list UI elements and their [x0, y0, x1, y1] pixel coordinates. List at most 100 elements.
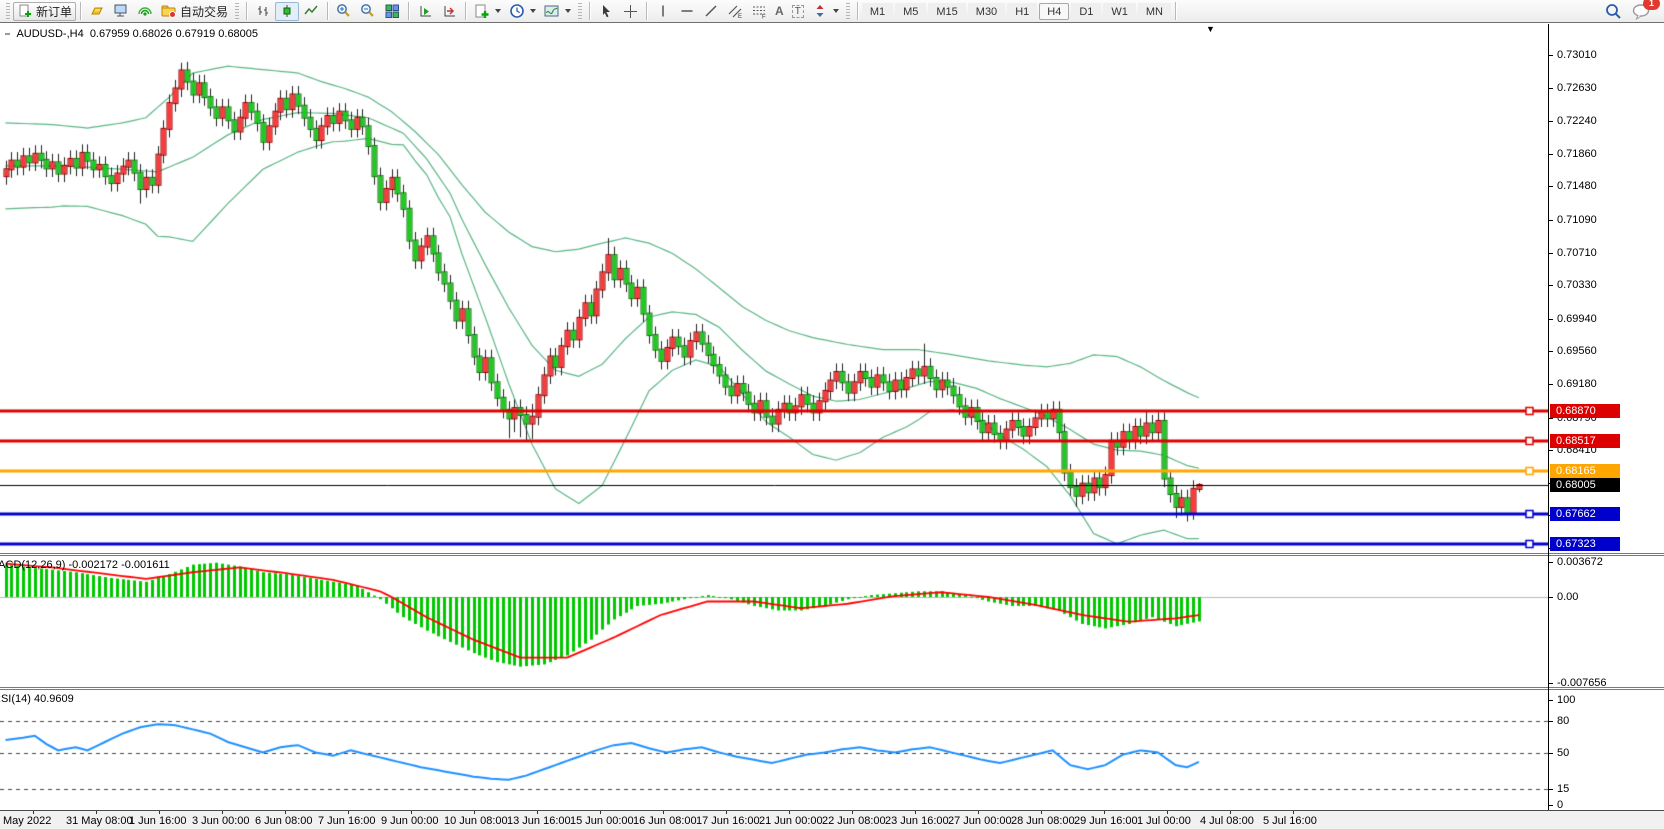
bar-chart-icon [255, 3, 271, 19]
rsi-label: RSI(14) 40.9609 [0, 693, 74, 705]
level-price-badge[interactable]: 0.68165 [1550, 464, 1620, 478]
timeframe-m5[interactable]: M5 [895, 3, 926, 20]
trendline-button[interactable] [699, 2, 723, 21]
main-chart-canvas[interactable] [0, 24, 1549, 553]
time-axis-label: 1 Jun 16:00 [129, 815, 187, 827]
time-axis-label: 13 Jun 16:00 [507, 815, 571, 827]
level-price-badge[interactable]: 0.68870 [1550, 404, 1620, 418]
new-order-label: 新订单 [36, 3, 72, 20]
search-icon[interactable] [1605, 3, 1621, 19]
time-axis-label: May 2022 [3, 815, 51, 827]
separator [327, 2, 328, 20]
timeframe-h1[interactable]: H1 [1007, 3, 1037, 20]
auto-trading-button[interactable]: 自动交易 [157, 2, 232, 21]
time-axis-tick [1041, 811, 1042, 814]
separator [857, 2, 858, 20]
cursor-button[interactable] [594, 2, 618, 21]
horizontal-line-button[interactable] [675, 2, 699, 21]
signal-icon [137, 3, 153, 19]
timeframe-w1[interactable]: W1 [1103, 3, 1136, 20]
time-axis-tick [789, 811, 790, 814]
fibonacci-button[interactable]: F [747, 2, 771, 21]
new-order-button[interactable]: 新订单 [13, 2, 76, 21]
macd-scale-label: -0.007656 [1557, 677, 1607, 689]
time-axis-tick [663, 811, 664, 814]
time-axis-label: 29 Jun 16:00 [1074, 815, 1138, 827]
toolbar-grip[interactable] [578, 3, 582, 19]
timeframe-d1[interactable]: D1 [1071, 3, 1101, 20]
text-label-icon: T [792, 5, 804, 18]
crosshair-button[interactable] [618, 2, 642, 21]
time-axis-label: 21 Jun 00:00 [759, 815, 823, 827]
price-tick-label: 0.71480 [1557, 180, 1597, 192]
price-tick-label: 0.69940 [1557, 313, 1597, 325]
indicators-button[interactable] [470, 2, 505, 21]
rsi-scale-tick [1549, 700, 1553, 701]
level-price-badge[interactable]: 0.67323 [1550, 537, 1620, 551]
gold-icon [89, 3, 105, 19]
periods-button[interactable] [505, 2, 540, 21]
time-axis-label: 6 Jun 08:00 [255, 815, 313, 827]
equidistant-channel-button[interactable]: E [723, 2, 747, 21]
level-price-badge[interactable]: 0.68517 [1550, 434, 1620, 448]
candlestick-chart-button[interactable] [275, 2, 299, 21]
toolbar-grip[interactable] [235, 3, 239, 19]
macd-scale-label: 0.003672 [1557, 556, 1603, 568]
price-tick-mark [1549, 351, 1553, 352]
timeframe-m15[interactable]: M15 [928, 3, 965, 20]
text-button[interactable]: A [771, 2, 788, 21]
templates-icon [544, 3, 560, 19]
time-axis-tick [726, 811, 727, 814]
arrows-button[interactable] [808, 2, 843, 21]
bar-chart-button[interactable] [251, 2, 275, 21]
text-label-button[interactable]: T [788, 2, 808, 21]
tile-windows-button[interactable] [380, 2, 404, 21]
rsi-scale-label: 100 [1557, 694, 1575, 706]
price-tick-mark [1549, 88, 1553, 89]
timeframe-m30[interactable]: M30 [968, 3, 1005, 20]
time-axis-tick [600, 811, 601, 814]
chart-shift-marker[interactable]: ▼ [1206, 24, 1215, 34]
rsi-scale-tick [1549, 805, 1553, 806]
price-tick-mark [1549, 220, 1553, 221]
level-price-badge[interactable]: 0.68005 [1550, 478, 1620, 492]
vertical-line-button[interactable] [651, 2, 675, 21]
candlestick-chart-icon [279, 3, 295, 19]
time-axis-label: 28 Jun 08:00 [1011, 815, 1075, 827]
zoom-out-button[interactable] [356, 2, 380, 21]
separator [246, 2, 247, 20]
toolbar-grip[interactable] [846, 3, 850, 19]
timeframe-h4[interactable]: H4 [1039, 3, 1069, 20]
timeframe-m1[interactable]: M1 [862, 3, 893, 20]
time-axis[interactable]: May 202231 May 08:001 Jun 16:003 Jun 00:… [0, 810, 1664, 829]
toolbar-grip[interactable] [6, 3, 10, 19]
price-tick-label: 0.71090 [1557, 214, 1597, 226]
time-axis-label: 3 Jun 00:00 [192, 815, 250, 827]
market-watch-button[interactable] [109, 2, 133, 21]
line-chart-button[interactable] [299, 2, 323, 21]
zoom-in-button[interactable] [332, 2, 356, 21]
time-axis-label: 22 Jun 08:00 [822, 815, 886, 827]
fibonacci-icon: F [751, 3, 767, 19]
chart-shift-button[interactable] [437, 2, 461, 21]
notifications-icon[interactable]: 1 [1631, 2, 1653, 20]
rsi-scale-label: 50 [1557, 747, 1569, 759]
svg-text:F: F [762, 14, 766, 19]
vertical-line-icon [655, 3, 671, 19]
separator [646, 2, 647, 20]
macd-canvas[interactable] [0, 556, 1549, 687]
timeframe-mn[interactable]: MN [1138, 3, 1171, 20]
gold-button[interactable] [85, 2, 109, 21]
macd-label: MACD(12,26,9) -0.002172 -0.001611 [0, 559, 170, 571]
templates-button[interactable] [540, 2, 575, 21]
level-price-badge[interactable]: 0.67662 [1550, 507, 1620, 521]
dropdown-caret [495, 9, 501, 13]
rsi-scale-label: 15 [1557, 783, 1569, 795]
rsi-canvas[interactable] [0, 690, 1549, 810]
auto-scroll-button[interactable] [413, 2, 437, 21]
rsi-scale-tick [1549, 721, 1553, 722]
crosshair-icon [622, 3, 638, 19]
time-axis-tick [33, 811, 34, 814]
price-tick-mark [1549, 154, 1553, 155]
signal-button[interactable] [133, 2, 157, 21]
